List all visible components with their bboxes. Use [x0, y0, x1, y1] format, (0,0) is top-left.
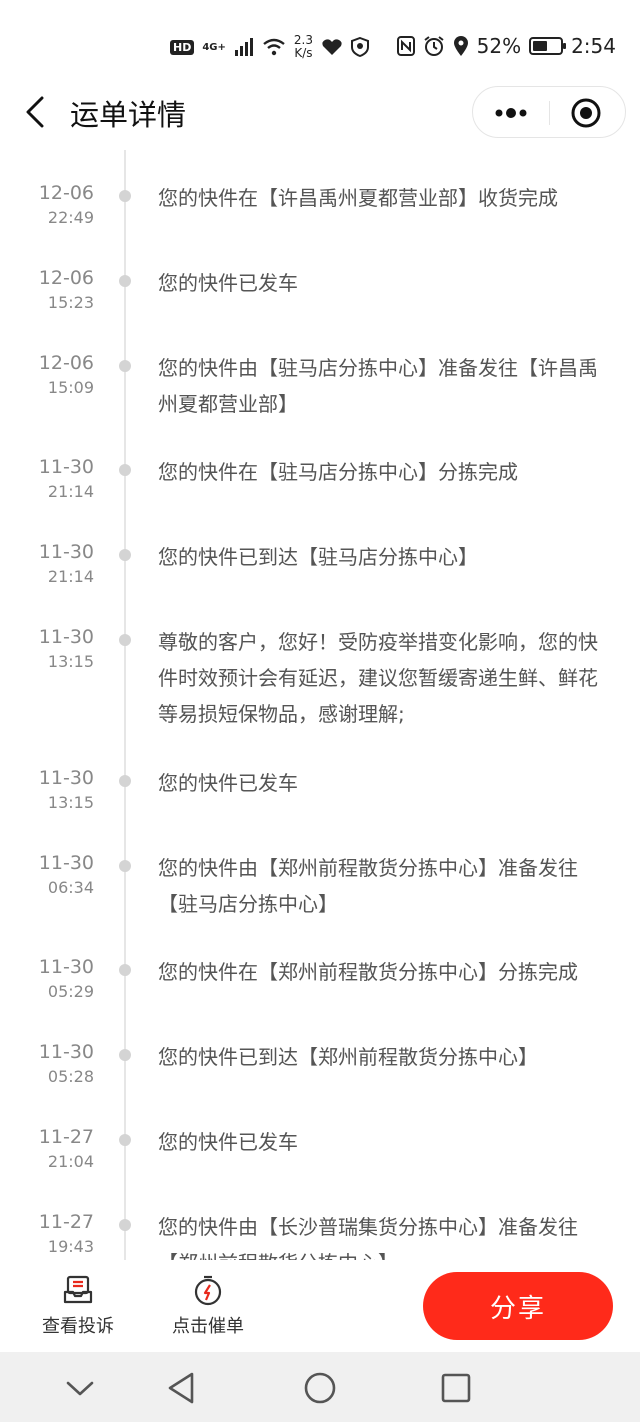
status-left: HD 4G+ 2.3 K/s — [170, 34, 369, 60]
alarm-icon — [424, 36, 444, 56]
battery-icon — [529, 37, 567, 55]
miniprogram-capsule — [472, 86, 626, 138]
network-speed: 2.3 K/s — [294, 34, 313, 60]
entry-time: 15:23 — [47, 293, 94, 312]
timeline-dot — [119, 464, 131, 476]
network-type: 4G+ — [202, 41, 226, 53]
entry-date: 11-30 — [38, 852, 94, 874]
timeline-dot — [119, 775, 131, 787]
chevron-down-icon[interactable] — [60, 1368, 100, 1408]
entry-description: 尊敬的客户，您好！受防疫举措变化影响，您的快件时效预计会有延迟，建议您暂缓寄递生… — [158, 630, 598, 726]
timeline-dot — [119, 1049, 131, 1061]
entry-time: 19:43 — [47, 1237, 94, 1256]
entry-description: 您的快件已到达【郑州前程散货分拣中心】 — [158, 1045, 538, 1069]
shield-user-icon — [350, 37, 369, 57]
timeline-dot — [119, 1219, 131, 1231]
hd-indicator: HD — [170, 39, 195, 55]
entry-time: 21:14 — [47, 567, 94, 586]
speed-unit: K/s — [294, 46, 313, 60]
entry-time: 21:14 — [47, 482, 94, 501]
status-right: 52% 2:54 — [396, 34, 616, 58]
entry-date: 11-30 — [38, 956, 94, 978]
timeline-dot — [119, 964, 131, 976]
urge-order-button[interactable]: 点击催单 — [158, 1274, 258, 1338]
speed-value: 2.3 — [293, 33, 313, 47]
capsule-divider — [549, 101, 550, 125]
timeline-dot — [119, 634, 131, 646]
entry-date: 11-27 — [38, 1211, 94, 1233]
entry-time: 13:15 — [47, 793, 94, 812]
complaint-inbox-icon — [63, 1275, 93, 1304]
entry-date: 11-30 — [38, 1041, 94, 1063]
entry-date: 12-06 — [38, 267, 94, 289]
timeline-dot — [119, 275, 131, 287]
timeline-dot — [119, 1134, 131, 1146]
battery-fill — [533, 41, 548, 51]
entry-description: 您的快件已到达【驻马店分拣中心】 — [158, 545, 478, 569]
bottom-action-bar: 查看投诉 点击催单 分享 — [0, 1260, 640, 1352]
timeline-dot — [119, 860, 131, 872]
nfc-icon — [396, 36, 415, 56]
entry-date: 11-30 — [38, 767, 94, 789]
entry-date: 12-06 — [38, 182, 94, 204]
stopwatch-lightning-icon — [194, 1275, 222, 1306]
entry-description: 您的快件在【驻马店分拣中心】分拣完成 — [158, 460, 518, 484]
heart-link-icon — [322, 39, 342, 55]
entry-description: 您的快件已发车 — [158, 771, 298, 795]
status-bar: HD 4G+ 2.3 K/s 52% 2:54 — [0, 0, 640, 90]
entry-time: 06:34 — [47, 878, 94, 897]
location-icon — [453, 36, 468, 56]
signal-icon — [234, 38, 253, 56]
urge-order-label: 点击催单 — [172, 1316, 244, 1337]
timeline-line — [124, 150, 126, 1260]
entry-date: 11-30 — [38, 456, 94, 478]
view-complaint-button[interactable]: 查看投诉 — [28, 1274, 128, 1338]
entry-date: 11-30 — [38, 626, 94, 648]
battery-percent: 52% — [476, 34, 522, 58]
timeline-dot — [119, 360, 131, 372]
nav-recents-icon[interactable] — [436, 1368, 476, 1408]
entry-date: 12-06 — [38, 352, 94, 374]
entry-description: 您的快件已发车 — [158, 271, 298, 295]
clock: 2:54 — [571, 34, 616, 58]
system-nav-bar — [0, 1352, 640, 1422]
entry-time: 22:49 — [47, 208, 94, 227]
entry-time: 21:04 — [47, 1152, 94, 1171]
nav-home-icon[interactable] — [300, 1368, 340, 1408]
back-arrow-icon[interactable] — [22, 94, 52, 130]
wifi-icon — [263, 38, 285, 56]
entry-time: 13:15 — [47, 652, 94, 671]
entry-description: 您的快件已发车 — [158, 1130, 298, 1154]
more-dots-icon[interactable] — [491, 99, 531, 127]
page-title: 运单详情 — [70, 98, 187, 132]
entry-description: 您的快件在【郑州前程散货分拣中心】分拣完成 — [158, 960, 578, 984]
entry-description: 您的快件由【长沙普瑞集货分拣中心】准备发往【郑州前程散货分拣中心】 — [158, 1215, 578, 1260]
share-button[interactable]: 分享 — [423, 1272, 613, 1340]
nav-back-icon[interactable] — [162, 1368, 202, 1408]
entry-description: 您的快件由【驻马店分拣中心】准备发往【许昌禹州夏都营业部】 — [158, 356, 598, 416]
entry-time: 15:09 — [47, 378, 94, 397]
title-bar: 运单详情 — [0, 82, 640, 144]
entry-date: 11-30 — [38, 541, 94, 563]
tracking-timeline[interactable]: 12-06 22:49 您的快件在【许昌禹州夏都营业部】收货完成 12-06 15:23… — [0, 150, 640, 1260]
entry-description: 您的快件由【郑州前程散货分拣中心】准备发往【驻马店分拣中心】 — [158, 856, 578, 916]
entry-description: 您的快件在【许昌禹州夏都营业部】收货完成 — [158, 186, 558, 210]
entry-time: 05:29 — [47, 982, 94, 1001]
timeline-dot — [119, 549, 131, 561]
entry-time: 05:28 — [47, 1067, 94, 1086]
entry-date: 11-27 — [38, 1126, 94, 1148]
view-complaint-label: 查看投诉 — [42, 1316, 114, 1337]
close-target-icon[interactable] — [569, 97, 603, 129]
timeline-dot — [119, 190, 131, 202]
